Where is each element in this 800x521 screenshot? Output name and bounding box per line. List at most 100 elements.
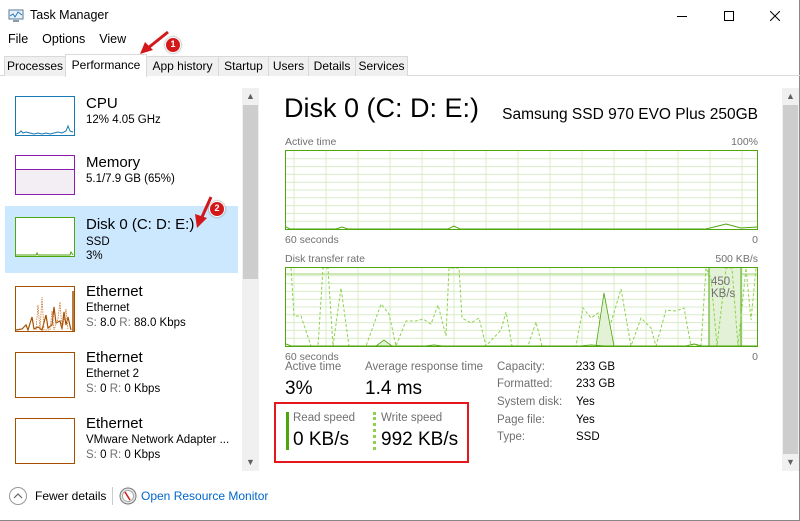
capacity-value: 233 GB bbox=[576, 361, 615, 373]
sidebar-item-title: CPU bbox=[86, 95, 118, 112]
tab-app-history[interactable]: App history bbox=[146, 56, 219, 76]
cpu-sparkline bbox=[15, 124, 74, 135]
sidebar-item-subtitle: 12% 4.05 GHz bbox=[86, 114, 161, 126]
close-icon bbox=[770, 10, 780, 21]
maximize-button[interactable] bbox=[706, 0, 752, 31]
scroll-up-arrow-icon[interactable]: ▲ bbox=[782, 88, 799, 105]
send-value: 8.0 bbox=[100, 317, 117, 329]
disk-title: Disk 0 (C: D: E:) bbox=[284, 93, 480, 123]
menu-view[interactable]: View bbox=[91, 32, 132, 50]
detail-scrollbar[interactable]: ▲ ▼ bbox=[782, 88, 799, 471]
send-label: S: bbox=[86, 383, 97, 395]
tab-services[interactable]: Services bbox=[355, 56, 408, 76]
send-value: 0 bbox=[100, 383, 107, 395]
system-disk-value: Yes bbox=[576, 396, 595, 408]
footer-divider bbox=[112, 487, 113, 505]
speed-highlight-box bbox=[274, 402, 469, 463]
type-value: SSD bbox=[576, 431, 600, 443]
sidebar-item-usage: 3% bbox=[86, 250, 103, 262]
sidebar-item-subtitle: Ethernet bbox=[86, 302, 130, 314]
annotation-badge-1: 1 bbox=[165, 37, 181, 53]
sidebar-item-cpu[interactable]: CPU 12% 4.05 GHz bbox=[5, 88, 238, 152]
sidebar-item-title: Ethernet bbox=[86, 415, 143, 432]
minimize-icon bbox=[677, 15, 687, 17]
detail-scrollbar-thumb[interactable] bbox=[783, 105, 798, 454]
menu-options[interactable]: Options bbox=[34, 32, 91, 50]
active-time-graph-x-right: 0 bbox=[752, 234, 758, 246]
read-rate-trace bbox=[285, 343, 757, 347]
avg-response-value: 1.4 ms bbox=[365, 378, 423, 399]
receive-value: 88.0 Kbps bbox=[133, 317, 186, 329]
page-file-label: Page file: bbox=[497, 414, 545, 426]
ethernet-thumbnail-graph bbox=[15, 286, 75, 332]
tab-users[interactable]: Users bbox=[268, 56, 309, 76]
sidebar-scrollbar[interactable]: ▲ ▼ bbox=[242, 88, 259, 471]
receive-label: R: bbox=[119, 317, 131, 329]
sidebar-item-subtitle: VMware Network Adapter ... bbox=[86, 434, 230, 446]
receive-value: 0 Kbps bbox=[124, 383, 161, 395]
tab-details[interactable]: Details bbox=[308, 56, 356, 76]
fewer-details-button[interactable] bbox=[9, 487, 27, 505]
avg-response-label: Average response time bbox=[365, 361, 484, 373]
type-label: Type: bbox=[497, 431, 526, 443]
active-time-graph-x-left: 60 seconds bbox=[285, 234, 339, 246]
open-resource-monitor-link[interactable]: Open Resource Monitor bbox=[141, 489, 268, 503]
annotation-badge-2: 2 bbox=[209, 201, 225, 217]
disk-sparkline bbox=[16, 250, 74, 256]
sidebar-item-throughput: S: 0 R: 0 Kbps bbox=[86, 449, 160, 461]
transfer-rate-graph: 450 KB/s bbox=[285, 266, 758, 348]
sidebar-item-ethernet-vmware[interactable]: Ethernet VMware Network Adapter ... S: 0… bbox=[5, 412, 238, 476]
sidebar-item-throughput: S: 8.0 R: 88.0 Kbps bbox=[86, 317, 186, 329]
chevron-up-icon bbox=[13, 493, 23, 499]
tab-bar: Processes Performance App history Startu… bbox=[0, 54, 800, 77]
sidebar-item-subtitle: 5.1/7.9 GB (65%) bbox=[86, 173, 175, 185]
formatted-label: Formatted: bbox=[497, 378, 553, 390]
resource-sidebar: CPU 12% 4.05 GHz Memory 5.1/7.9 GB (65%)… bbox=[0, 77, 262, 472]
minimize-button[interactable] bbox=[659, 0, 705, 31]
menu-file[interactable]: File bbox=[0, 32, 34, 50]
active-time-graph-max: 100% bbox=[731, 136, 758, 148]
sidebar-scrollbar-thumb[interactable] bbox=[243, 105, 258, 279]
footer: Fewer details Open Resource Monitor bbox=[0, 479, 800, 521]
active-time-label: Active time bbox=[285, 361, 342, 373]
ethernet-sparkline bbox=[15, 291, 74, 332]
task-manager-window: Task Manager File Options View Processes… bbox=[0, 0, 800, 521]
send-value: 0 bbox=[100, 449, 107, 461]
transfer-graph-max: 500 KB/s bbox=[715, 253, 758, 265]
receive-label: R: bbox=[109, 449, 122, 461]
scroll-down-arrow-icon[interactable]: ▼ bbox=[242, 454, 259, 471]
sidebar-item-ethernet-2[interactable]: Ethernet Ethernet 2 S: 0 R: 0 Kbps bbox=[5, 346, 238, 410]
read-rate-peak bbox=[595, 292, 615, 347]
sidebar-item-throughput: S: 0 R: 0 Kbps bbox=[86, 383, 160, 395]
sidebar-item-title: Memory bbox=[86, 154, 141, 171]
cpu-thumbnail-graph bbox=[15, 96, 75, 136]
disk-model: Samsung SSD 970 EVO Plus 250GB bbox=[502, 106, 758, 123]
page-file-value: Yes bbox=[576, 414, 595, 426]
capacity-label: Capacity: bbox=[497, 361, 545, 373]
ethernet-2-thumbnail-graph bbox=[15, 352, 75, 398]
scroll-down-arrow-icon[interactable]: ▼ bbox=[782, 454, 799, 471]
formatted-value: 233 GB bbox=[576, 378, 615, 390]
fewer-details-link[interactable]: Fewer details bbox=[35, 489, 106, 503]
send-label: S: bbox=[86, 317, 97, 329]
sidebar-item-title: Ethernet bbox=[86, 283, 143, 300]
transfer-graph-x-right: 0 bbox=[752, 351, 758, 363]
resource-monitor-icon bbox=[119, 487, 137, 505]
sidebar-item-title: Disk 0 (C: D: E:) bbox=[86, 216, 195, 233]
tab-performance[interactable]: Performance bbox=[65, 54, 147, 77]
window-title: Task Manager bbox=[30, 8, 109, 22]
active-time-graph bbox=[285, 150, 758, 230]
send-label: S: bbox=[86, 449, 97, 461]
transfer-rate-chart bbox=[285, 266, 757, 348]
tab-startup[interactable]: Startup bbox=[218, 56, 269, 76]
transfer-graph-label: Disk transfer rate bbox=[285, 253, 365, 265]
system-disk-label: System disk: bbox=[497, 396, 563, 408]
sidebar-item-ethernet[interactable]: Ethernet Ethernet S: 8.0 R: 88.0 Kbps bbox=[5, 280, 238, 344]
ethernet-vmware-thumbnail-graph bbox=[15, 418, 75, 464]
active-time-graph-label: Active time bbox=[285, 136, 337, 148]
active-time-trace bbox=[285, 223, 758, 230]
close-button[interactable] bbox=[752, 0, 798, 31]
tab-processes[interactable]: Processes bbox=[4, 56, 66, 76]
memory-usage-fill bbox=[16, 169, 74, 194]
scroll-up-arrow-icon[interactable]: ▲ bbox=[242, 88, 259, 105]
